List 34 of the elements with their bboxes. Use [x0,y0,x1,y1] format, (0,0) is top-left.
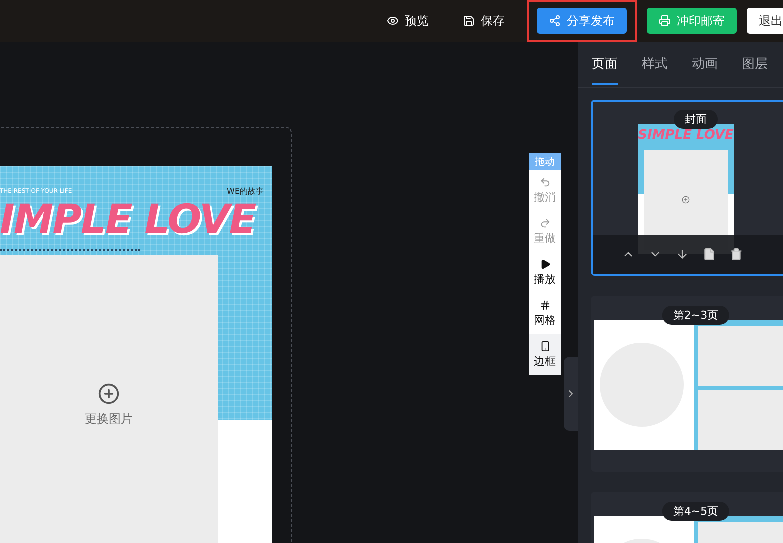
eye-icon [387,15,399,27]
page-label: 第4~5页 [662,502,730,521]
page-label: 封面 [674,110,718,129]
play-icon [540,258,550,270]
share-icon [549,15,561,27]
panel-tab[interactable]: 样式 [642,44,668,85]
undo-icon [540,176,550,188]
poster-title: IMPLE LOVE [0,197,258,243]
collapse-handle[interactable] [564,357,578,431]
preview-button[interactable]: 预览 [375,8,441,34]
page-card[interactable]: 第2~3页 [591,296,783,472]
replace-photo-label: 更换图片 [85,410,133,428]
photo-placeholder[interactable]: 更换图片 [0,255,218,543]
thumbnail-title: SIMPLE LOVE [638,128,734,143]
exit-button[interactable]: 退出 [747,8,783,34]
panel-tab[interactable]: 图层 [742,44,768,85]
page-card[interactable]: 第4~5页 [591,492,783,543]
delete-icon[interactable] [730,248,743,261]
printer-icon [659,15,671,27]
save-icon [463,15,475,27]
page-label: 第2~3页 [662,306,730,325]
redo-icon [540,218,550,228]
phone-icon [540,340,550,352]
copy-icon[interactable] [703,248,716,261]
poster-caption: WE的故事 [227,186,264,197]
arrow-down-icon[interactable] [676,248,689,261]
add-icon [682,196,690,204]
save-button[interactable]: 保存 [451,8,517,34]
page-card[interactable]: 封面 SIMPLE LOVE [591,100,783,276]
frame-tool[interactable]: 边框 [529,334,561,375]
panel-tab[interactable]: 页面 [592,44,618,85]
add-icon [98,382,120,404]
hash-icon [540,300,550,310]
panel-tab[interactable]: 动画 [692,44,718,85]
